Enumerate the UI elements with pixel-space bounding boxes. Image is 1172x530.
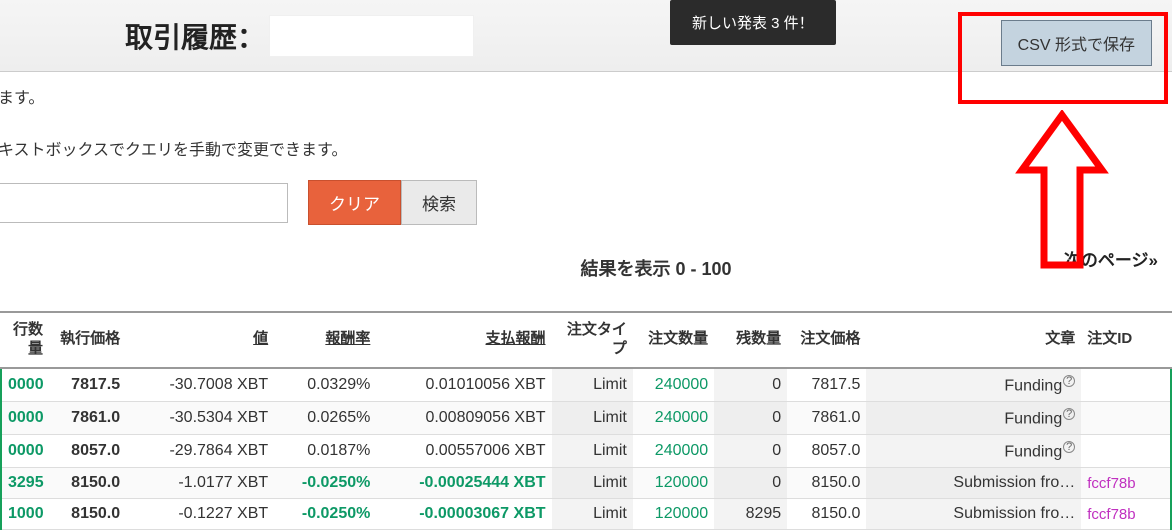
intro-text-2: キストボックスでクエリを手動で変更できます。 (0, 136, 1172, 160)
col-order-type[interactable]: 注文タイプ (552, 313, 633, 368)
cell-fee-paid: 0.00809056 XBT (376, 401, 551, 434)
col-remain-qty[interactable]: 残数量 (714, 313, 787, 368)
header-bar: 取引履歴： 新しい発表 3 件！ CSV 形式で保存 (0, 0, 1172, 72)
cell-order-id[interactable] (1081, 435, 1171, 468)
cell-exec-price: 8150.0 (49, 499, 126, 530)
cell-text: Funding? (866, 435, 1081, 468)
cell-exec-qty: 1000 (1, 499, 49, 530)
cell-exec-qty: 3295 (1, 468, 49, 499)
cell-exec-price: 8150.0 (49, 468, 126, 499)
cell-fee-rate: -0.0250% (274, 468, 376, 499)
cell-remain-qty: 0 (714, 401, 787, 434)
cell-order-qty: 240000 (633, 435, 714, 468)
cell-value: -30.7008 XBT (126, 368, 274, 402)
cell-order-type: Limit (552, 435, 633, 468)
cell-remain-qty: 0 (714, 435, 787, 468)
notification-banner[interactable]: 新しい発表 3 件！ (670, 0, 836, 45)
cell-text: Funding? (866, 368, 1081, 402)
cell-exec-price: 7817.5 (49, 368, 126, 402)
cell-value: -29.7864 XBT (126, 435, 274, 468)
cell-order-price: 8150.0 (787, 499, 866, 530)
cell-order-id[interactable]: fccf78b (1081, 468, 1171, 499)
cell-fee-paid: -0.00025444 XBT (376, 468, 551, 499)
cell-text: Funding? (866, 401, 1081, 434)
cell-exec-qty: 0000 (1, 368, 49, 402)
help-icon[interactable]: ? (1063, 375, 1075, 387)
cell-fee-rate: 0.0329% (274, 368, 376, 402)
cell-order-id[interactable] (1081, 401, 1171, 434)
cell-order-id[interactable]: fccf78b (1081, 499, 1171, 530)
cell-exec-price: 8057.0 (49, 435, 126, 468)
cell-fee-paid: 0.01010056 XBT (376, 368, 551, 402)
cell-value: -1.0177 XBT (126, 468, 274, 499)
table-row: 00007861.0-30.5304 XBT0.0265%0.00809056 … (1, 401, 1171, 434)
col-text[interactable]: 文章 (866, 313, 1081, 368)
clear-button[interactable]: クリア (308, 180, 401, 225)
cell-order-price: 8150.0 (787, 468, 866, 499)
results-table-wrap: 行数量 執行価格 値 報酬率 支払報酬 注文タイプ 注文数量 残数量 注文価格 … (0, 311, 1172, 530)
csv-save-button[interactable]: CSV 形式で保存 (1001, 20, 1152, 66)
results-count-label: 結果を表示 0 - 100 (140, 255, 1172, 281)
cell-exec-price: 7861.0 (49, 401, 126, 434)
search-button[interactable]: 検索 (401, 180, 477, 225)
cell-order-price: 7817.5 (787, 368, 866, 402)
cell-fee-rate: -0.0250% (274, 499, 376, 530)
cell-fee-rate: 0.0187% (274, 435, 376, 468)
col-value[interactable]: 値 (126, 313, 274, 368)
table-row: 32958150.0-1.0177 XBT-0.0250%-0.00025444… (1, 468, 1171, 499)
cell-order-qty: 240000 (633, 368, 714, 402)
results-table: 行数量 執行価格 値 報酬率 支払報酬 注文タイプ 注文数量 残数量 注文価格 … (0, 313, 1172, 530)
cell-fee-paid: -0.00003067 XBT (376, 499, 551, 530)
cell-remain-qty: 0 (714, 468, 787, 499)
cell-order-qty: 120000 (633, 499, 714, 530)
table-row: 00007817.5-30.7008 XBT0.0329%0.01010056 … (1, 368, 1171, 402)
next-page-link[interactable]: 次のページ» (1064, 246, 1158, 271)
col-order-id[interactable]: 注文ID (1081, 313, 1171, 368)
cell-fee-rate: 0.0265% (274, 401, 376, 434)
cell-text: Submission fro… (866, 499, 1081, 530)
cell-order-price: 7861.0 (787, 401, 866, 434)
cell-order-qty: 240000 (633, 401, 714, 434)
col-fee-rate[interactable]: 報酬率 (274, 313, 376, 368)
table-header-row: 行数量 執行価格 値 報酬率 支払報酬 注文タイプ 注文数量 残数量 注文価格 … (1, 313, 1171, 368)
header-symbol-input[interactable] (269, 15, 474, 57)
query-controls: クリア 検索 (0, 180, 1172, 225)
cell-value: -0.1227 XBT (126, 499, 274, 530)
col-order-price[interactable]: 注文価格 (787, 313, 866, 368)
help-icon[interactable]: ? (1063, 441, 1075, 453)
cell-order-type: Limit (552, 401, 633, 434)
table-row: 00008057.0-29.7864 XBT0.0187%0.00557006 … (1, 435, 1171, 468)
cell-text: Submission fro… (866, 468, 1081, 499)
intro-text-1: ます。 (0, 84, 1172, 108)
cell-order-type: Limit (552, 499, 633, 530)
cell-order-id[interactable] (1081, 368, 1171, 402)
cell-fee-paid: 0.00557006 XBT (376, 435, 551, 468)
col-fee-paid[interactable]: 支払報酬 (376, 313, 551, 368)
content-area: ます。 キストボックスでクエリを手動で変更できます。 クリア 検索 結果を表示 … (0, 72, 1172, 530)
cell-exec-qty: 0000 (1, 435, 49, 468)
query-input[interactable] (0, 183, 288, 223)
cell-value: -30.5304 XBT (126, 401, 274, 434)
col-order-qty[interactable]: 注文数量 (633, 313, 714, 368)
page-title: 取引履歴： (125, 16, 265, 56)
help-icon[interactable]: ? (1063, 408, 1075, 420)
table-row: 10008150.0-0.1227 XBT-0.0250%-0.00003067… (1, 499, 1171, 530)
cell-exec-qty: 0000 (1, 401, 49, 434)
cell-order-price: 8057.0 (787, 435, 866, 468)
col-exec-price[interactable]: 執行価格 (49, 313, 126, 368)
cell-order-type: Limit (552, 368, 633, 402)
cell-remain-qty: 0 (714, 368, 787, 402)
cell-remain-qty: 8295 (714, 499, 787, 530)
cell-order-qty: 120000 (633, 468, 714, 499)
col-exec-qty[interactable]: 行数量 (1, 313, 49, 368)
cell-order-type: Limit (552, 468, 633, 499)
